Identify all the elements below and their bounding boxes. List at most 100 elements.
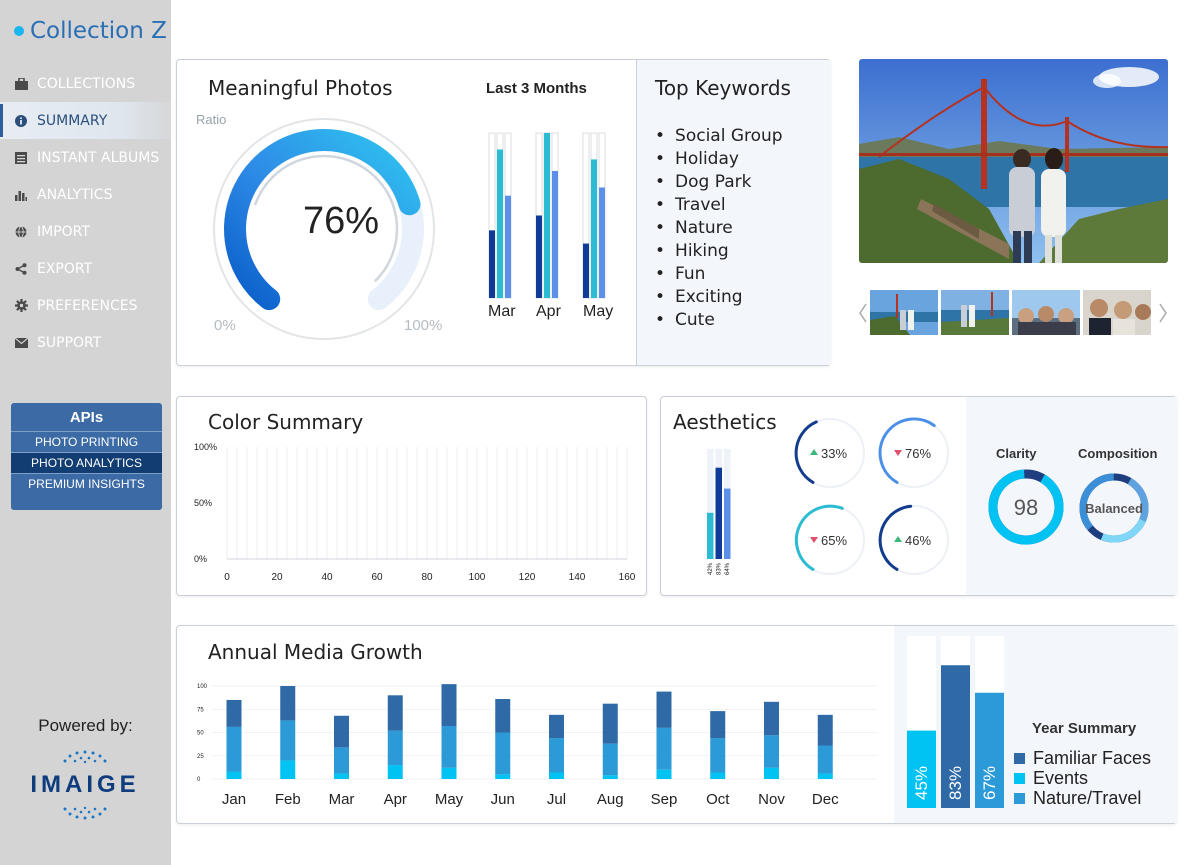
month-bar: [544, 133, 550, 298]
keyword-item[interactable]: Fun: [655, 264, 783, 287]
brand-dot-icon: [14, 26, 24, 36]
keyword-item[interactable]: Exciting: [655, 287, 783, 310]
meaningful-photos-panel: Meaningful Photos Ratio 76% 0% 100% Last…: [176, 59, 831, 366]
api-item-photo-printing[interactable]: PHOTO PRINTING: [11, 431, 162, 452]
sidebar-item-label: SUMMARY: [37, 112, 108, 129]
brand-title: Collection Z: [30, 18, 167, 44]
x-tick-label: 20: [271, 572, 283, 583]
api-item-photo-analytics[interactable]: PHOTO ANALYTICS: [11, 452, 162, 473]
growth-bar-segment: [710, 772, 726, 779]
sidebar-item-label: IMPORT: [37, 223, 90, 240]
y-tick-label: 50%: [194, 498, 212, 508]
sidebar: Collection Z COLLECTIONS SUMMARY INSTANT…: [0, 0, 171, 865]
growth-bar-segment: [549, 714, 564, 739]
y-tick-label: 0: [197, 777, 201, 783]
summary-bar-label: 83%: [946, 766, 965, 800]
legend-label: Events: [1033, 767, 1089, 788]
ring-value: 33%: [821, 446, 847, 461]
keyword-item[interactable]: Social Group: [655, 126, 783, 149]
sidebar-item-label: PREFERENCES: [37, 297, 138, 314]
share-icon: [14, 262, 28, 276]
month-tick-label: Jan: [222, 791, 246, 808]
growth-bar-segment: [602, 743, 618, 776]
thumbnail-2[interactable]: [941, 290, 1009, 335]
sidebar-item-support[interactable]: SUPPORT: [0, 324, 171, 361]
aes-bar: [707, 512, 714, 559]
month-tick-label: Jul: [547, 791, 566, 808]
thumbnail-3[interactable]: [1012, 290, 1080, 335]
month-bar: [599, 187, 605, 298]
month-label-mar: Mar: [488, 303, 516, 320]
brand[interactable]: Collection Z: [14, 18, 167, 44]
month-tick-label: Apr: [384, 791, 407, 808]
growth-bar-segment: [656, 727, 672, 770]
clarity-value: 98: [1014, 495, 1038, 520]
sidebar-item-analytics[interactable]: ANALYTICS: [0, 176, 171, 213]
gauge-min-label: 0%: [214, 317, 236, 334]
sidebar-item-collections[interactable]: COLLECTIONS: [0, 65, 171, 102]
growth-bar-segment: [441, 767, 457, 779]
logo-text: IMAIGE: [30, 771, 139, 798]
month-label-may: May: [583, 303, 614, 320]
growth-bar-segment: [334, 747, 349, 774]
growth-bar-segment: [817, 714, 833, 746]
sidebar-item-label: EXPORT: [37, 260, 93, 277]
gauge-max-label: 100%: [404, 317, 443, 334]
aesthetics-rings: 33% 76% 65% 46%: [794, 417, 949, 575]
thumbnail-4[interactable]: [1083, 290, 1151, 335]
growth-bar-segment: [602, 775, 618, 779]
keyword-item[interactable]: Dog Park: [655, 172, 783, 195]
growth-bar-segment: [441, 684, 457, 726]
thumbnail-1[interactable]: [870, 290, 938, 335]
year-summary-title: Year Summary: [1032, 720, 1137, 737]
growth-bar-segment: [387, 765, 403, 779]
month-bar: [497, 149, 503, 298]
annual-media-growth-title: Annual Media Growth: [208, 640, 423, 664]
growth-bar-segment: [495, 699, 511, 733]
x-tick-label: 40: [321, 572, 333, 583]
month-bar: [591, 159, 597, 298]
month-bar: [583, 243, 589, 298]
gear-icon: [14, 299, 28, 313]
summary-bar-label: 67%: [980, 766, 999, 800]
sidebar-item-export[interactable]: EXPORT: [0, 250, 171, 287]
ring-value: 65%: [821, 533, 847, 548]
annual-media-growth-chart: 100 75 50 25 0 Jan Feb Mar Apr May Jun Jul Aug Sep Oct…: [197, 684, 877, 808]
growth-bar-segment: [226, 771, 242, 779]
api-item-premium-insights[interactable]: PREMIUM INSIGHTS: [11, 473, 162, 494]
aesthetics-title: Aesthetics: [673, 410, 777, 434]
ring-value: 76%: [905, 446, 931, 461]
growth-bar-segment: [710, 711, 726, 739]
aesthetics-scores-section: Clarity Composition 98 Balanced: [966, 397, 1177, 595]
month-label-apr: Apr: [536, 303, 561, 320]
featured-photo[interactable]: [859, 59, 1168, 263]
keyword-item[interactable]: Holiday: [655, 149, 783, 172]
month-tick-label: Nov: [758, 791, 785, 808]
sidebar-item-summary[interactable]: SUMMARY: [0, 102, 171, 139]
sidebar-item-preferences[interactable]: PREFERENCES: [0, 287, 171, 324]
info-icon: [14, 114, 28, 128]
color-summary-panel: Color Summary 100% 50% 0% 0 20 40 60 80 100 120 14…: [176, 396, 647, 596]
sidebar-item-import[interactable]: IMPORT: [0, 213, 171, 250]
chevron-left-icon[interactable]: [858, 302, 868, 324]
globe-icon: [14, 225, 28, 239]
chevron-right-icon[interactable]: [1158, 302, 1168, 324]
month-tick-label: Aug: [597, 791, 624, 808]
x-tick-label: 60: [371, 572, 383, 583]
keyword-item[interactable]: Cute: [655, 310, 783, 333]
growth-bar-segment: [280, 760, 296, 779]
aesthetics-panel: Aesthetics 42% 83% 64% 33% 76% 65% 46% Clarit…: [660, 396, 1177, 596]
growth-bar-segment: [226, 699, 242, 727]
album-icon: [14, 151, 28, 165]
keyword-item[interactable]: Hiking: [655, 241, 783, 264]
month-bar: [552, 170, 558, 298]
sidebar-item-instant-albums[interactable]: INSTANT ALBUMS: [0, 139, 171, 176]
sidebar-item-label: SUPPORT: [37, 334, 102, 351]
y-tick-label: 50: [197, 731, 204, 737]
growth-bar-segment: [817, 745, 833, 774]
keyword-item[interactable]: Nature: [655, 218, 783, 241]
month-tick-label: Sep: [651, 791, 678, 808]
legend-swatch: [1014, 772, 1025, 784]
aes-bar: [715, 467, 722, 559]
keyword-item[interactable]: Travel: [655, 195, 783, 218]
